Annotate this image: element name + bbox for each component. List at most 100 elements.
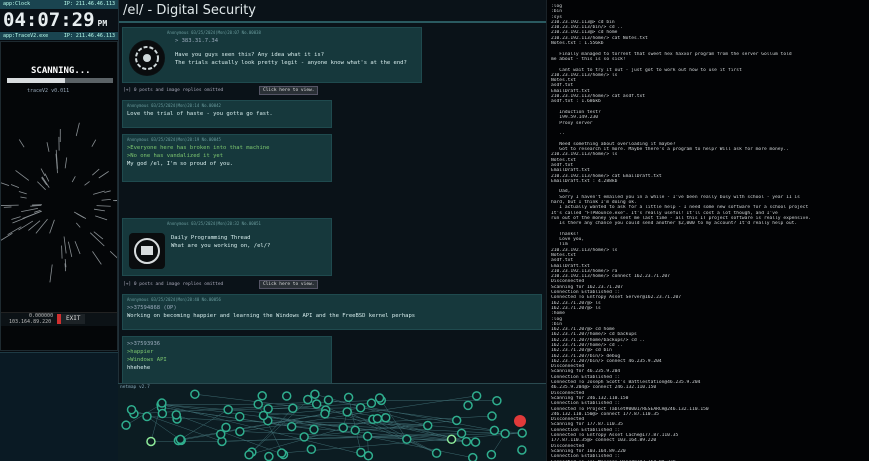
network-node[interactable] [299,432,309,442]
star-streak [101,198,111,201]
network-node[interactable] [446,434,457,445]
network-node[interactable] [121,420,131,430]
star-streak [35,218,48,234]
forum-post: Anonymous 03/25/2024(Mon)20:19 No.00045 … [122,134,332,182]
network-node[interactable] [320,409,330,419]
network-node[interactable] [362,431,373,442]
star-streak [18,191,27,195]
network-node[interactable] [258,410,269,421]
network-node[interactable] [146,436,156,447]
star-streak [76,213,85,219]
star-streak [104,190,111,193]
network-node[interactable] [309,424,319,435]
forum-post: Anonymous 03/25/2024(Mon)20:40 No.00056 … [122,294,542,330]
star-streak [23,210,42,219]
network-node[interactable] [171,410,182,420]
network-node[interactable] [235,411,245,422]
post-line: > 383.31.7.34 [175,38,219,44]
star-streak [40,168,46,177]
post-image-emblem[interactable] [129,40,165,76]
network-node[interactable] [470,437,481,447]
network-node[interactable] [350,425,360,436]
network-node[interactable] [235,426,245,437]
network-node[interactable] [223,404,233,415]
post-greentext: >Windows API [127,357,167,363]
view-replies-button[interactable]: Click here to view. [259,280,319,289]
trace-window-header[interactable]: app:TraceV2.exe IP: 211.46.46.113 [0,32,118,40]
post-line: Have you guys seen this? Any idea what i… [175,52,325,58]
network-node[interactable] [221,422,231,433]
network-node[interactable] [244,449,254,460]
post-image-laurel[interactable] [129,233,165,269]
network-node[interactable] [402,434,412,445]
scan-status: SCANNING... [31,66,91,76]
network-node[interactable] [356,447,366,458]
network-node[interactable] [461,436,472,447]
network-node[interactable] [343,392,354,403]
network-node[interactable] [456,428,467,439]
network-node[interactable] [372,413,383,424]
network-node[interactable] [310,389,320,399]
network-node[interactable] [306,444,317,455]
network-node[interactable] [157,408,168,419]
exit-button[interactable]: EXIT [57,314,85,324]
post-line: Love the trial of haste - you gotta go f… [127,111,273,117]
network-node[interactable] [517,445,527,455]
network-node[interactable] [281,391,292,401]
network-node[interactable] [517,428,527,438]
network-node[interactable] [142,411,152,422]
network-node[interactable] [286,421,297,432]
network-node[interactable] [190,389,200,399]
network-node[interactable] [342,407,352,417]
post-meta: Anonymous 03/25/2024(Mon)20:32 No.00051 [167,221,261,226]
network-node[interactable] [471,391,482,401]
network-node[interactable] [423,420,433,431]
post-reply-link[interactable]: >>37593936 [123,337,331,348]
network-node[interactable] [276,448,287,458]
network-node[interactable] [157,398,167,408]
network-node-alert[interactable] [514,415,526,427]
network-node[interactable] [126,404,137,415]
post-reply-link[interactable]: >>37594868 (OP) [123,304,541,312]
scan-progress-fill [7,78,66,83]
star-streak [63,236,67,254]
network-node[interactable] [288,403,298,414]
network-node[interactable] [338,422,348,433]
star-streak [71,176,76,183]
star-streak [96,205,111,207]
network-node[interactable] [489,425,500,436]
network-node[interactable] [500,428,510,439]
post-greentext: >happier [127,349,154,355]
network-node[interactable] [467,452,478,461]
star-streak [18,139,25,148]
network-node[interactable] [487,411,497,421]
trace-ip: IP: 211.46.46.113 [63,33,115,39]
network-node[interactable] [253,399,263,409]
star-streak [98,171,109,179]
network-node[interactable] [323,395,334,405]
network-node[interactable] [311,399,322,409]
clock-window-header[interactable]: app:Clock IP: 211.46.46.113 [0,0,118,9]
star-streak [67,241,73,258]
network-node[interactable] [366,398,377,408]
network-node[interactable] [492,395,502,406]
network-node[interactable] [381,412,391,423]
post-line: hhehehe [127,365,151,371]
network-node[interactable] [431,448,442,458]
star-streak [75,222,81,228]
view-replies-button[interactable]: Click here to view. [259,86,319,95]
terminal-window[interactable]: :log:bin:sys 210.23.192.113@> cd bin 210.2… [546,0,869,461]
network-node[interactable] [175,434,186,445]
post-line: My god /el, I'm so proud of you. [127,161,233,167]
network-node[interactable] [355,403,366,413]
network-node[interactable] [257,391,267,401]
network-node[interactable] [264,451,274,461]
network-node[interactable] [374,393,385,403]
network-node[interactable] [486,449,497,460]
star-streak [93,208,105,212]
network-node[interactable] [303,394,313,405]
network-node[interactable] [451,415,462,426]
post-meta: Anonymous 03/25/2024(Mon)20:19 No.00045 [127,137,221,142]
network-node[interactable] [463,400,473,411]
trace-panel: SCANNING... traceV2 v0.011 0.000000 103.… [0,41,118,351]
